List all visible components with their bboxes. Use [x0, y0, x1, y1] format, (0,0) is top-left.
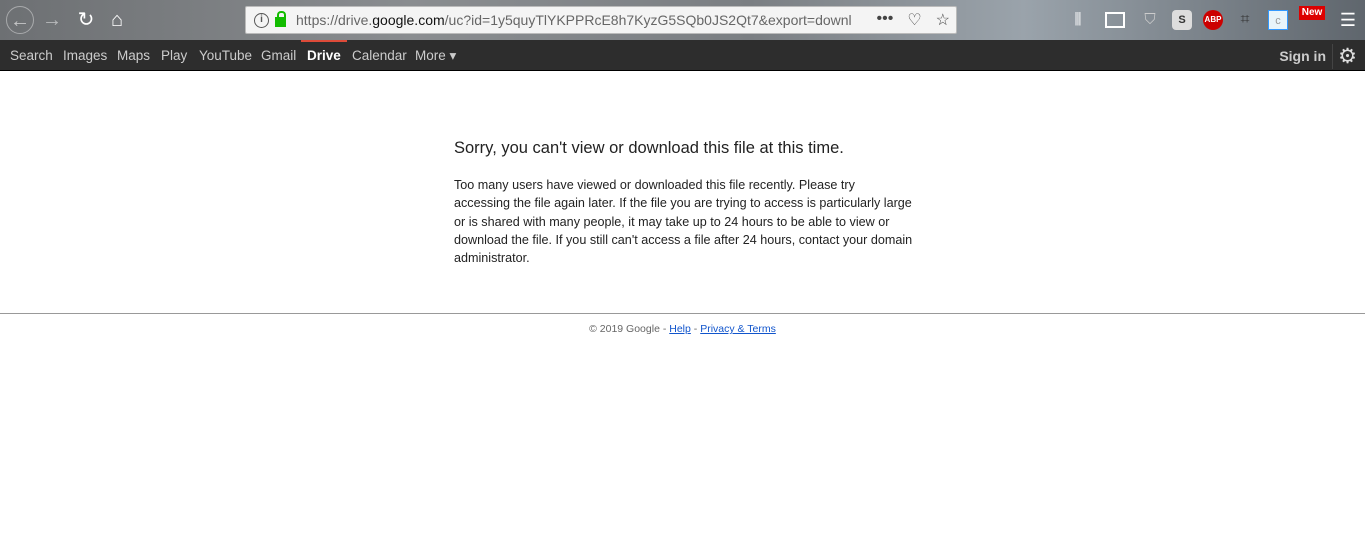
url-path: /uc?id=1y5quyTlYKPPRcE8h7KyzG5SQb0JS2Qt7… — [444, 12, 852, 28]
help-link[interactable]: Help — [669, 323, 691, 335]
lock-icon — [275, 11, 286, 27]
address-bar[interactable]: i https://drive.google.com/uc?id=1y5quyT… — [245, 6, 957, 34]
pocket-icon[interactable]: ♡ — [907, 10, 921, 30]
nav-calendar[interactable]: Calendar — [352, 40, 407, 71]
gear-icon[interactable]: ⚙ — [1332, 44, 1357, 69]
footer: © 2019 Google - Help - Privacy & Terms — [0, 323, 1365, 335]
nav-play[interactable]: Play — [161, 40, 187, 71]
adblock-icon[interactable]: ABP — [1203, 10, 1223, 30]
privacy-terms-link[interactable]: Privacy & Terms — [700, 323, 776, 335]
url-domain: google.com — [372, 12, 445, 28]
extension-c-icon[interactable]: c — [1268, 10, 1288, 30]
error-message: Too many users have viewed or downloaded… — [454, 178, 913, 266]
url-text[interactable]: https://drive.google.com/uc?id=1y5quyTlY… — [296, 12, 856, 28]
home-button[interactable]: ⌂ — [103, 6, 131, 34]
bookmark-star-icon[interactable]: ☆ — [936, 10, 950, 30]
nav-more[interactable]: More ▾ — [415, 40, 456, 71]
sidebar-icon[interactable] — [1105, 12, 1125, 28]
google-nav-bar: Search Images Maps Play YouTube Gmail Dr… — [0, 40, 1365, 71]
new-badge[interactable]: New — [1299, 6, 1325, 20]
footer-divider — [0, 313, 1365, 314]
nav-search[interactable]: Search — [10, 40, 53, 71]
url-prefix: https://drive. — [296, 12, 373, 28]
menu-icon[interactable]: ☰ — [1338, 10, 1358, 30]
shield-icon[interactable]: ⛉ — [1140, 10, 1160, 30]
extension-s-icon[interactable]: S — [1172, 10, 1192, 30]
info-icon[interactable]: i — [254, 12, 269, 28]
nav-youtube[interactable]: YouTube — [199, 40, 252, 71]
forward-button[interactable]: → — [38, 6, 66, 34]
copyright-text: © 2019 Google - — [589, 323, 670, 335]
nav-maps[interactable]: Maps — [117, 40, 150, 71]
nav-drive[interactable]: Drive — [301, 40, 347, 71]
back-button[interactable]: ← — [6, 6, 34, 34]
nav-gmail[interactable]: Gmail — [261, 40, 296, 71]
browser-toolbar: ← → ↻ ⌂ i https://drive.google.com/uc?id… — [0, 0, 1365, 40]
error-title: Sorry, you can't view or download this f… — [454, 139, 844, 157]
library-icon[interactable]: ⫼ — [1068, 10, 1088, 30]
page-actions-icon[interactable]: ••• — [877, 10, 894, 30]
sign-in-button[interactable]: Sign in — [1279, 40, 1326, 72]
reload-button[interactable]: ↻ — [72, 6, 100, 34]
nav-images[interactable]: Images — [63, 40, 107, 71]
crop-icon[interactable]: ⌗ — [1235, 10, 1255, 30]
footer-separator: - — [690, 323, 701, 335]
